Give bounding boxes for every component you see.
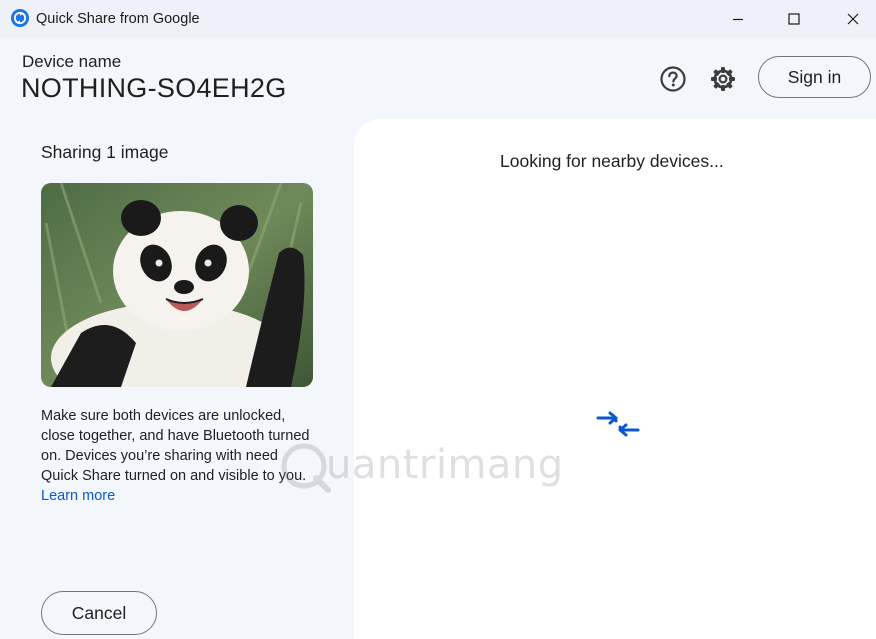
learn-more-link[interactable]: Learn more	[41, 488, 115, 504]
sign-in-button[interactable]: Sign in	[758, 56, 871, 98]
scanning-status-text: Looking for nearby devices...	[500, 151, 724, 172]
maximize-button[interactable]	[766, 0, 822, 38]
settings-button[interactable]	[708, 64, 738, 94]
quick-share-window: Quick Share from Google Device name NOTH…	[0, 0, 876, 639]
window-title: Quick Share from Google	[36, 11, 200, 27]
close-icon	[847, 13, 859, 25]
sharing-title: Sharing 1 image	[41, 142, 168, 163]
quick-share-icon	[11, 9, 29, 27]
watermark: uantrimang	[278, 436, 558, 500]
minimize-button[interactable]	[710, 0, 766, 38]
watermark-text: uantrimang	[326, 442, 564, 488]
nearby-devices-panel	[354, 119, 876, 639]
help-text-body: Make sure both devices are unlocked, clo…	[41, 408, 309, 484]
sharing-help-text: Make sure both devices are unlocked, clo…	[41, 406, 316, 506]
help-circle-icon	[659, 65, 687, 93]
swap-arrows-icon	[595, 410, 641, 438]
title-bar: Quick Share from Google	[0, 0, 876, 38]
minimize-icon	[732, 13, 744, 25]
close-button[interactable]	[825, 0, 876, 38]
shared-image-preview	[41, 183, 313, 387]
help-button[interactable]	[658, 64, 688, 94]
cancel-button[interactable]: Cancel	[41, 591, 157, 635]
maximize-icon	[788, 13, 800, 25]
device-name-label: Device name	[22, 52, 121, 72]
device-name-value: NOTHING-SO4EH2G	[21, 73, 287, 104]
gear-icon	[709, 65, 737, 93]
